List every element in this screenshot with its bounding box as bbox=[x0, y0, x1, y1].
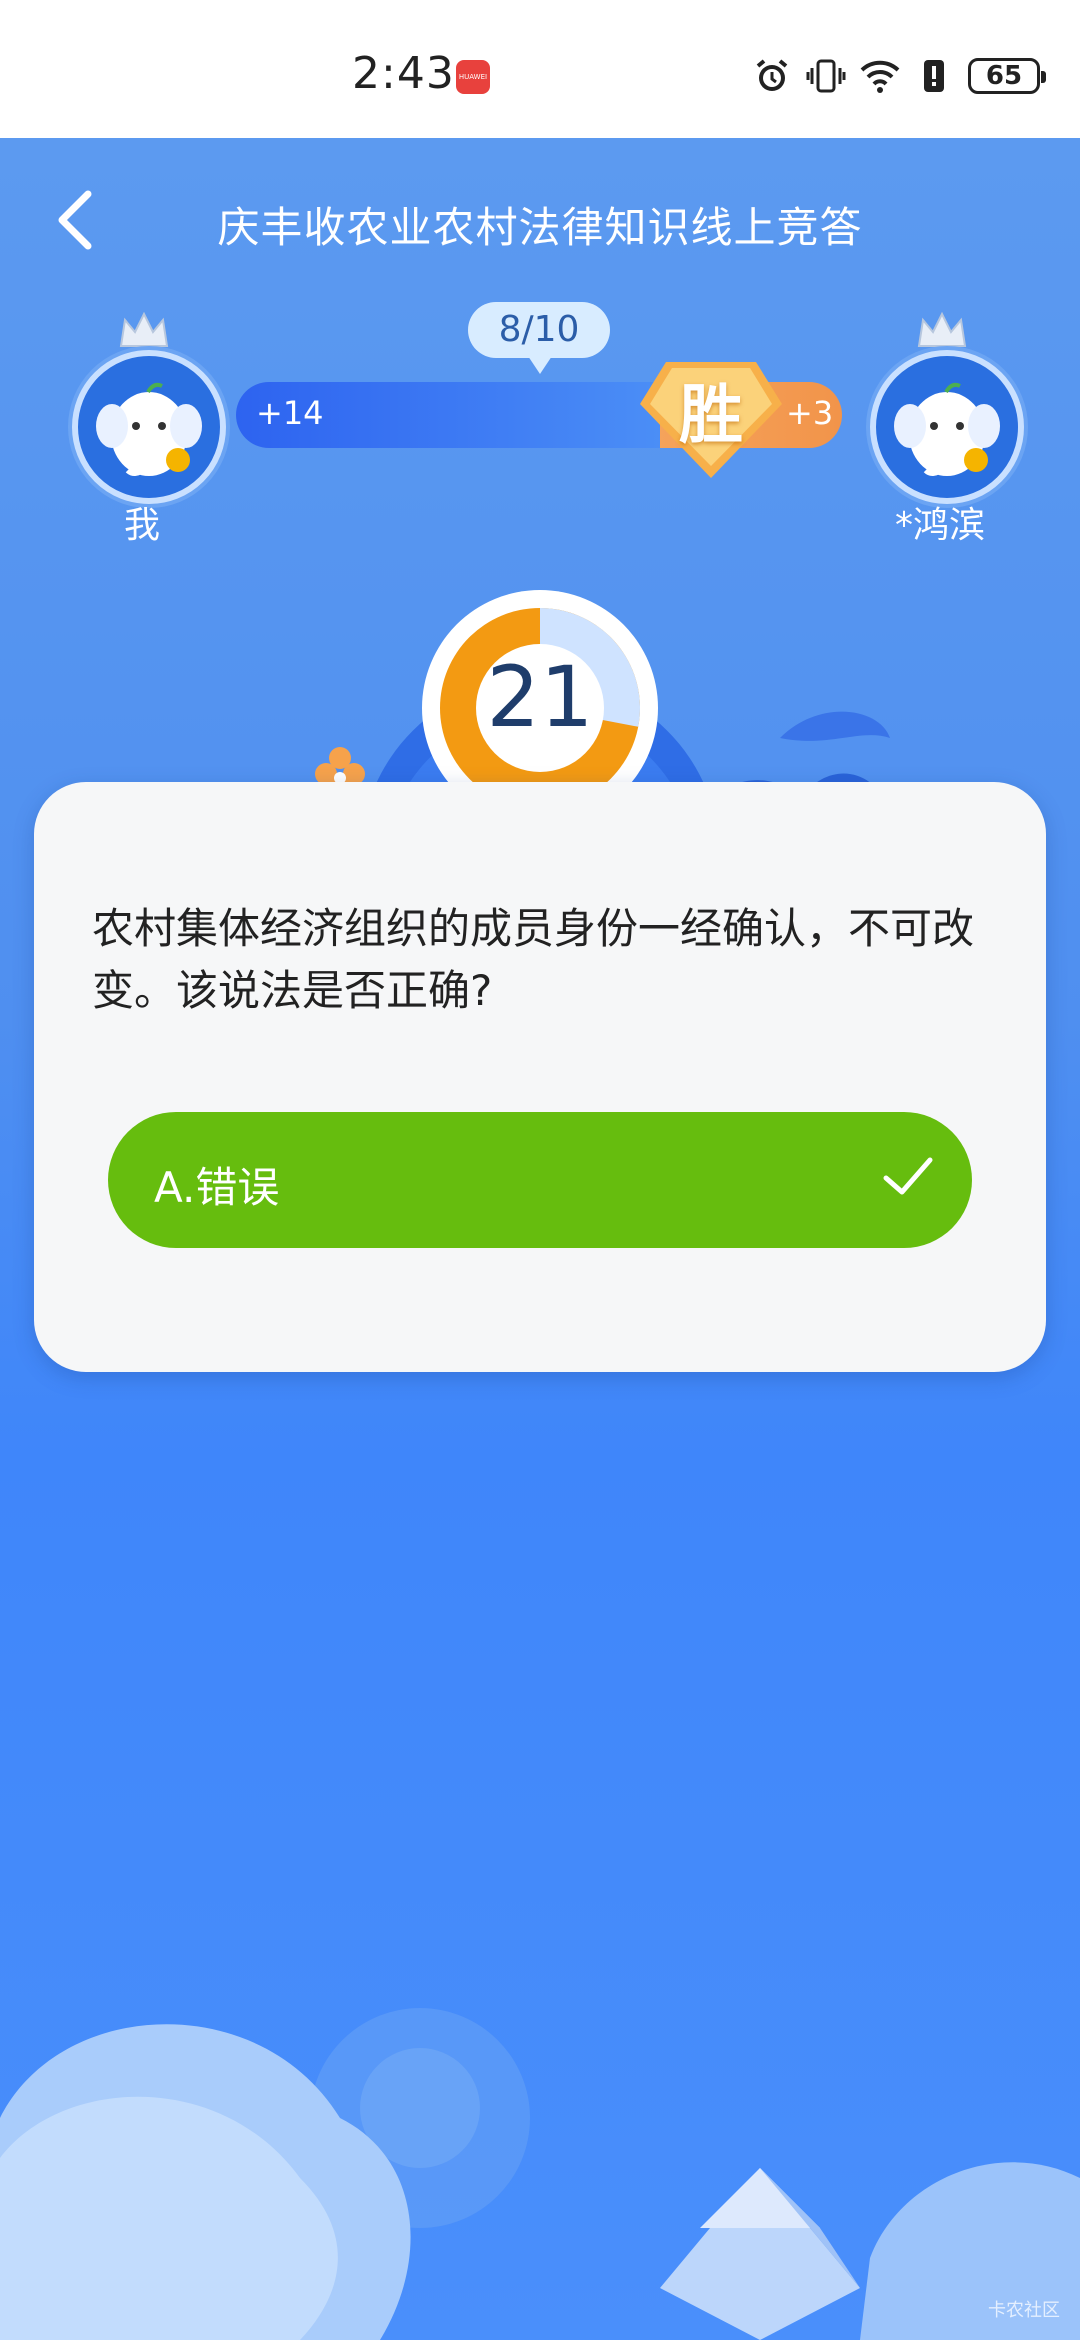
answer-option-a[interactable]: A.错误 bbox=[108, 1112, 972, 1248]
crown-icon bbox=[119, 311, 169, 347]
score-right: +3 bbox=[786, 394, 834, 432]
avatar bbox=[870, 350, 1024, 504]
check-icon bbox=[883, 1157, 933, 1195]
status-bar: 2:43 HUAWEI 65 bbox=[0, 0, 1080, 138]
huawei-app-icon: HUAWEI bbox=[456, 60, 490, 94]
avatar bbox=[72, 350, 226, 504]
question-text: 农村集体经济组织的成员身份一经确认，不可改变。该说法是否正确? bbox=[92, 904, 975, 1015]
answer-option-label: A.错误 bbox=[154, 1163, 280, 1212]
vibrate-icon bbox=[806, 59, 846, 93]
elephant-mascot-icon bbox=[96, 382, 202, 476]
status-icons: 65 bbox=[752, 56, 1046, 96]
score-left: +14 bbox=[256, 394, 324, 432]
countdown-value: 21 bbox=[486, 648, 594, 746]
alarm-icon bbox=[756, 59, 788, 91]
player-name-left: 我 bbox=[123, 505, 160, 546]
battery-icon: 65 bbox=[968, 58, 1046, 94]
question-progress: 8/10 bbox=[468, 302, 610, 374]
status-time: 2:43 bbox=[352, 48, 455, 99]
crown-icon bbox=[917, 311, 967, 347]
question-card: 农村集体经济组织的成员身份一经确认，不可改变。该说法是否正确? A.错误 bbox=[34, 782, 1046, 1372]
player-name-right: *鸿滨 bbox=[894, 505, 985, 546]
bottom-decoration bbox=[0, 2008, 1080, 2340]
wifi-icon bbox=[860, 60, 900, 93]
watermark: 卡农社区 bbox=[988, 2300, 1060, 2321]
quiz-screen: 庆丰收农业农村法律知识线上竞答 我 *鸿滨 8/10 +14 +3 胜 21 农… bbox=[0, 138, 1080, 2340]
page-title: 庆丰收农业农村法律知识线上竞答 bbox=[217, 203, 863, 252]
alert-battery-icon bbox=[924, 60, 944, 92]
diamond-icon bbox=[660, 2168, 860, 2340]
win-badge-label: 胜 bbox=[679, 379, 743, 453]
elephant-mascot-icon bbox=[894, 382, 1000, 476]
